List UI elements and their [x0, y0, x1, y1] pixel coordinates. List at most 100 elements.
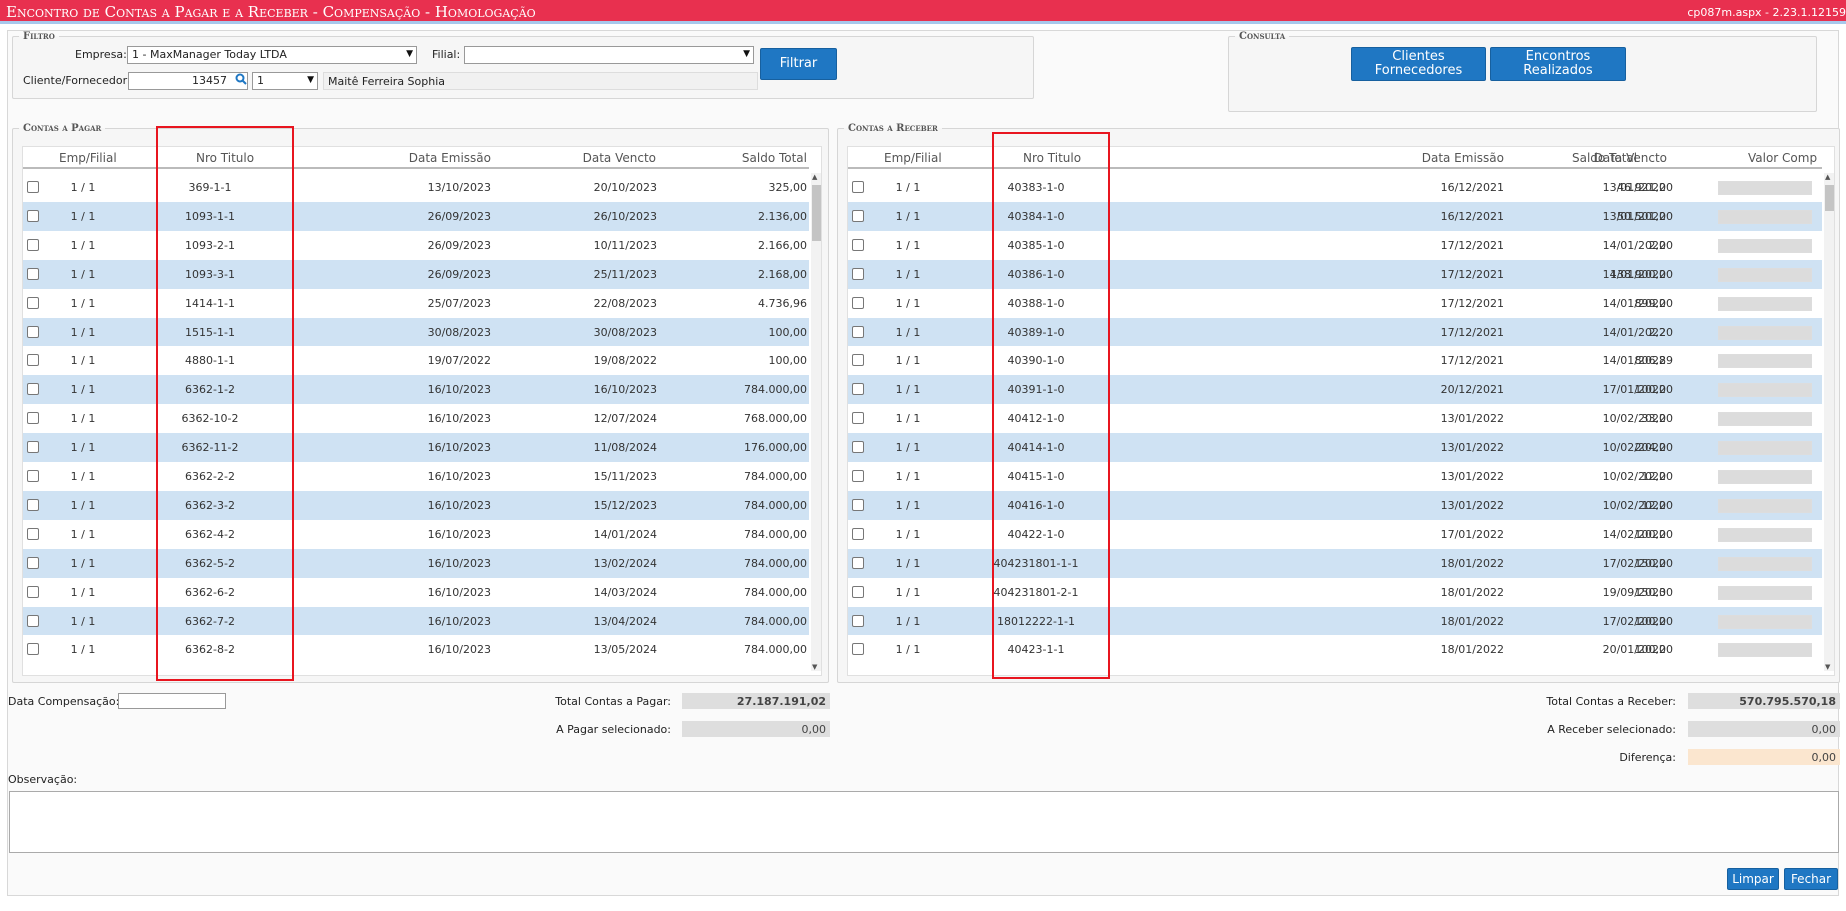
row-checkbox[interactable] [852, 527, 864, 540]
pagar-scrollbar[interactable]: ▲ ▼ [811, 173, 821, 671]
receber-col-empfilial[interactable]: Emp/Filial [884, 151, 942, 165]
table-row[interactable]: 1 / 1 6362-11-2 16/10/2023 11/08/2024 176.00… [23, 433, 809, 462]
row-checkbox[interactable] [27, 470, 39, 482]
row-checkbox[interactable] [852, 412, 864, 425]
valor-comp-input[interactable] [1718, 412, 1812, 427]
table-row[interactable]: 1 / 1 404231801-2-1 18/01/2022 19/09/2023 15… [848, 578, 1822, 607]
table-row[interactable]: 1 / 1 40385-1-0 17/12/2021 14/01/2022 2,00 [848, 231, 1822, 260]
cliente-seq-select[interactable]: 1 ▼ [252, 72, 318, 90]
scroll-down-icon[interactable]: ▼ [812, 663, 817, 671]
table-row[interactable]: 1 / 1 6362-10-2 16/10/2023 12/07/2024 768.00… [23, 404, 809, 433]
limpar-button[interactable]: Limpar [1727, 868, 1779, 890]
table-row[interactable]: 1 / 1 1093-3-1 26/09/2023 25/11/2023 2.168,0… [23, 259, 809, 289]
row-checkbox[interactable] [852, 267, 864, 280]
row-checkbox[interactable] [27, 267, 39, 280]
clientes-fornecedores-button[interactable]: Clientes Fornecedores [1351, 47, 1486, 81]
scroll-up-icon[interactable]: ▲ [1825, 173, 1830, 181]
row-checkbox[interactable] [852, 643, 864, 656]
row-checkbox[interactable] [852, 470, 864, 482]
row-checkbox[interactable] [852, 238, 864, 251]
pagar-col-dataemissao[interactable]: Data Emissão [409, 151, 491, 165]
row-checkbox[interactable] [27, 238, 39, 251]
search-icon[interactable] [235, 72, 247, 86]
row-checkbox[interactable] [852, 354, 864, 367]
receber-col-dataemissao[interactable]: Data Emissão [1422, 151, 1504, 165]
row-checkbox[interactable] [27, 325, 39, 338]
receber-col-nrotitulo[interactable]: Nro Titulo [1023, 151, 1081, 165]
receber-col-saldototal-label[interactable]: Saldo Total [1572, 151, 1637, 165]
row-checkbox[interactable] [852, 383, 864, 396]
table-row[interactable]: 1 / 1 6362-4-2 16/10/2023 14/01/2024 784.000… [23, 520, 809, 549]
valor-comp-input[interactable] [1718, 181, 1812, 195]
valor-comp-input[interactable] [1718, 325, 1812, 340]
pagar-scroll-thumb[interactable] [812, 185, 821, 241]
receber-col-valorcomp[interactable]: Valor Comp [1748, 151, 1817, 165]
table-row[interactable]: 1 / 1 6362-8-2 16/10/2023 13/05/2024 784.000… [23, 635, 809, 664]
row-checkbox[interactable] [27, 585, 39, 598]
table-row[interactable]: 1 / 1 40412-1-0 13/01/2022 10/02/2022 33,00 [848, 404, 1822, 433]
row-checkbox[interactable] [27, 527, 39, 540]
table-row[interactable]: 1 / 1 40384-1-0 16/12/2021 13/01/2022 50.501… [848, 201, 1822, 231]
row-checkbox[interactable] [27, 614, 39, 627]
pagar-col-datavencto[interactable]: Data Vencto [583, 151, 656, 165]
row-checkbox[interactable] [27, 556, 39, 569]
filial-select[interactable]: ▼ [464, 46, 754, 64]
valor-comp-input[interactable] [1718, 556, 1812, 571]
valor-comp-input[interactable] [1718, 527, 1812, 542]
pagar-col-empfilial[interactable]: Emp/Filial [59, 151, 117, 165]
pagar-col-nrotitulo[interactable]: Nro Titulo [196, 151, 254, 165]
valor-comp-input[interactable] [1718, 383, 1812, 398]
table-row[interactable]: 1 / 1 40386-1-0 17/12/2021 14/01/2022 138.90… [848, 259, 1822, 289]
valor-comp-input[interactable] [1718, 614, 1812, 629]
row-checkbox[interactable] [852, 498, 864, 511]
valor-comp-input[interactable] [1718, 267, 1812, 282]
fechar-button[interactable]: Fechar [1784, 868, 1838, 890]
row-checkbox[interactable] [852, 585, 864, 598]
table-row[interactable]: 1 / 1 6362-6-2 16/10/2023 14/03/2024 784.000… [23, 578, 809, 607]
row-checkbox[interactable] [852, 556, 864, 569]
row-checkbox[interactable] [852, 181, 864, 193]
row-checkbox[interactable] [27, 209, 39, 222]
row-checkbox[interactable] [27, 296, 39, 309]
valor-comp-input[interactable] [1718, 209, 1812, 224]
valor-comp-input[interactable] [1718, 296, 1812, 311]
valor-comp-input[interactable] [1718, 498, 1812, 513]
table-row[interactable]: 1 / 1 4880-1-1 19/07/2022 19/08/2022 100,00 [23, 346, 809, 375]
row-checkbox[interactable] [27, 383, 39, 396]
row-checkbox[interactable] [852, 441, 864, 454]
table-row[interactable]: 1 / 1 6362-2-2 16/10/2023 15/11/2023 784.000… [23, 462, 809, 491]
table-row[interactable]: 1 / 1 40415-1-0 13/01/2022 10/02/2022 12,00 [848, 462, 1822, 491]
table-row[interactable]: 1 / 1 40423-1-1 18/01/2022 20/01/2022 100,00 [848, 635, 1822, 664]
scroll-up-icon[interactable]: ▲ [812, 173, 817, 181]
table-row[interactable]: 1 / 1 40389-1-0 17/12/2021 14/01/2022 2,20 [848, 317, 1822, 347]
table-row[interactable]: 1 / 1 6362-5-2 16/10/2023 13/02/2024 784.000… [23, 548, 809, 578]
scroll-down-icon[interactable]: ▼ [1825, 663, 1830, 671]
table-row[interactable]: 1 / 1 1093-2-1 26/09/2023 10/11/2023 2.166,0… [23, 231, 809, 260]
receber-scroll-thumb[interactable] [1825, 185, 1834, 211]
table-row[interactable]: 1 / 1 6362-7-2 16/10/2023 13/04/2024 784.000… [23, 606, 809, 636]
data-compensacao-input[interactable] [118, 693, 226, 709]
valor-comp-input[interactable] [1718, 470, 1812, 484]
table-row[interactable]: 1 / 1 40388-1-0 17/12/2021 14/01/2022 899,00 [848, 289, 1822, 318]
pagar-col-saldototal[interactable]: Saldo Total [742, 151, 807, 165]
table-row[interactable]: 1 / 1 40414-1-0 13/01/2022 10/02/2022 204,00 [848, 433, 1822, 462]
valor-comp-input[interactable] [1718, 441, 1812, 456]
row-checkbox[interactable] [27, 643, 39, 656]
table-row[interactable]: 1 / 1 40422-1-0 17/01/2022 14/02/2022 100,00 [848, 520, 1822, 549]
table-row[interactable]: 1 / 1 1515-1-1 30/08/2023 30/08/2023 100,00 [23, 317, 809, 347]
row-checkbox[interactable] [27, 181, 39, 193]
table-row[interactable]: 1 / 1 404231801-1-1 18/01/2022 17/02/2022 15… [848, 548, 1822, 578]
table-row[interactable]: 1 / 1 6362-3-2 16/10/2023 15/12/2023 784.000… [23, 490, 809, 520]
row-checkbox[interactable] [852, 614, 864, 627]
cliente-code-input[interactable]: 13457 [128, 72, 248, 90]
row-checkbox[interactable] [852, 296, 864, 309]
table-row[interactable]: 1 / 1 369-1-1 13/10/2023 20/10/2023 325,00 [23, 173, 809, 202]
table-row[interactable]: 1 / 1 1414-1-1 25/07/2023 22/08/2023 4.736,9… [23, 289, 809, 318]
valor-comp-input[interactable] [1718, 354, 1812, 369]
table-row[interactable]: 1 / 1 18012222-1-1 18/01/2022 17/02/2022 100… [848, 606, 1822, 636]
row-checkbox[interactable] [852, 209, 864, 222]
empresa-select[interactable]: 1 - MaxManager Today LTDA ▼ [127, 46, 417, 64]
observacao-textarea[interactable] [9, 791, 1839, 853]
table-row[interactable]: 1 / 1 1093-1-1 26/09/2023 26/10/2023 2.136,0… [23, 201, 809, 231]
filtrar-button[interactable]: Filtrar [760, 48, 837, 80]
